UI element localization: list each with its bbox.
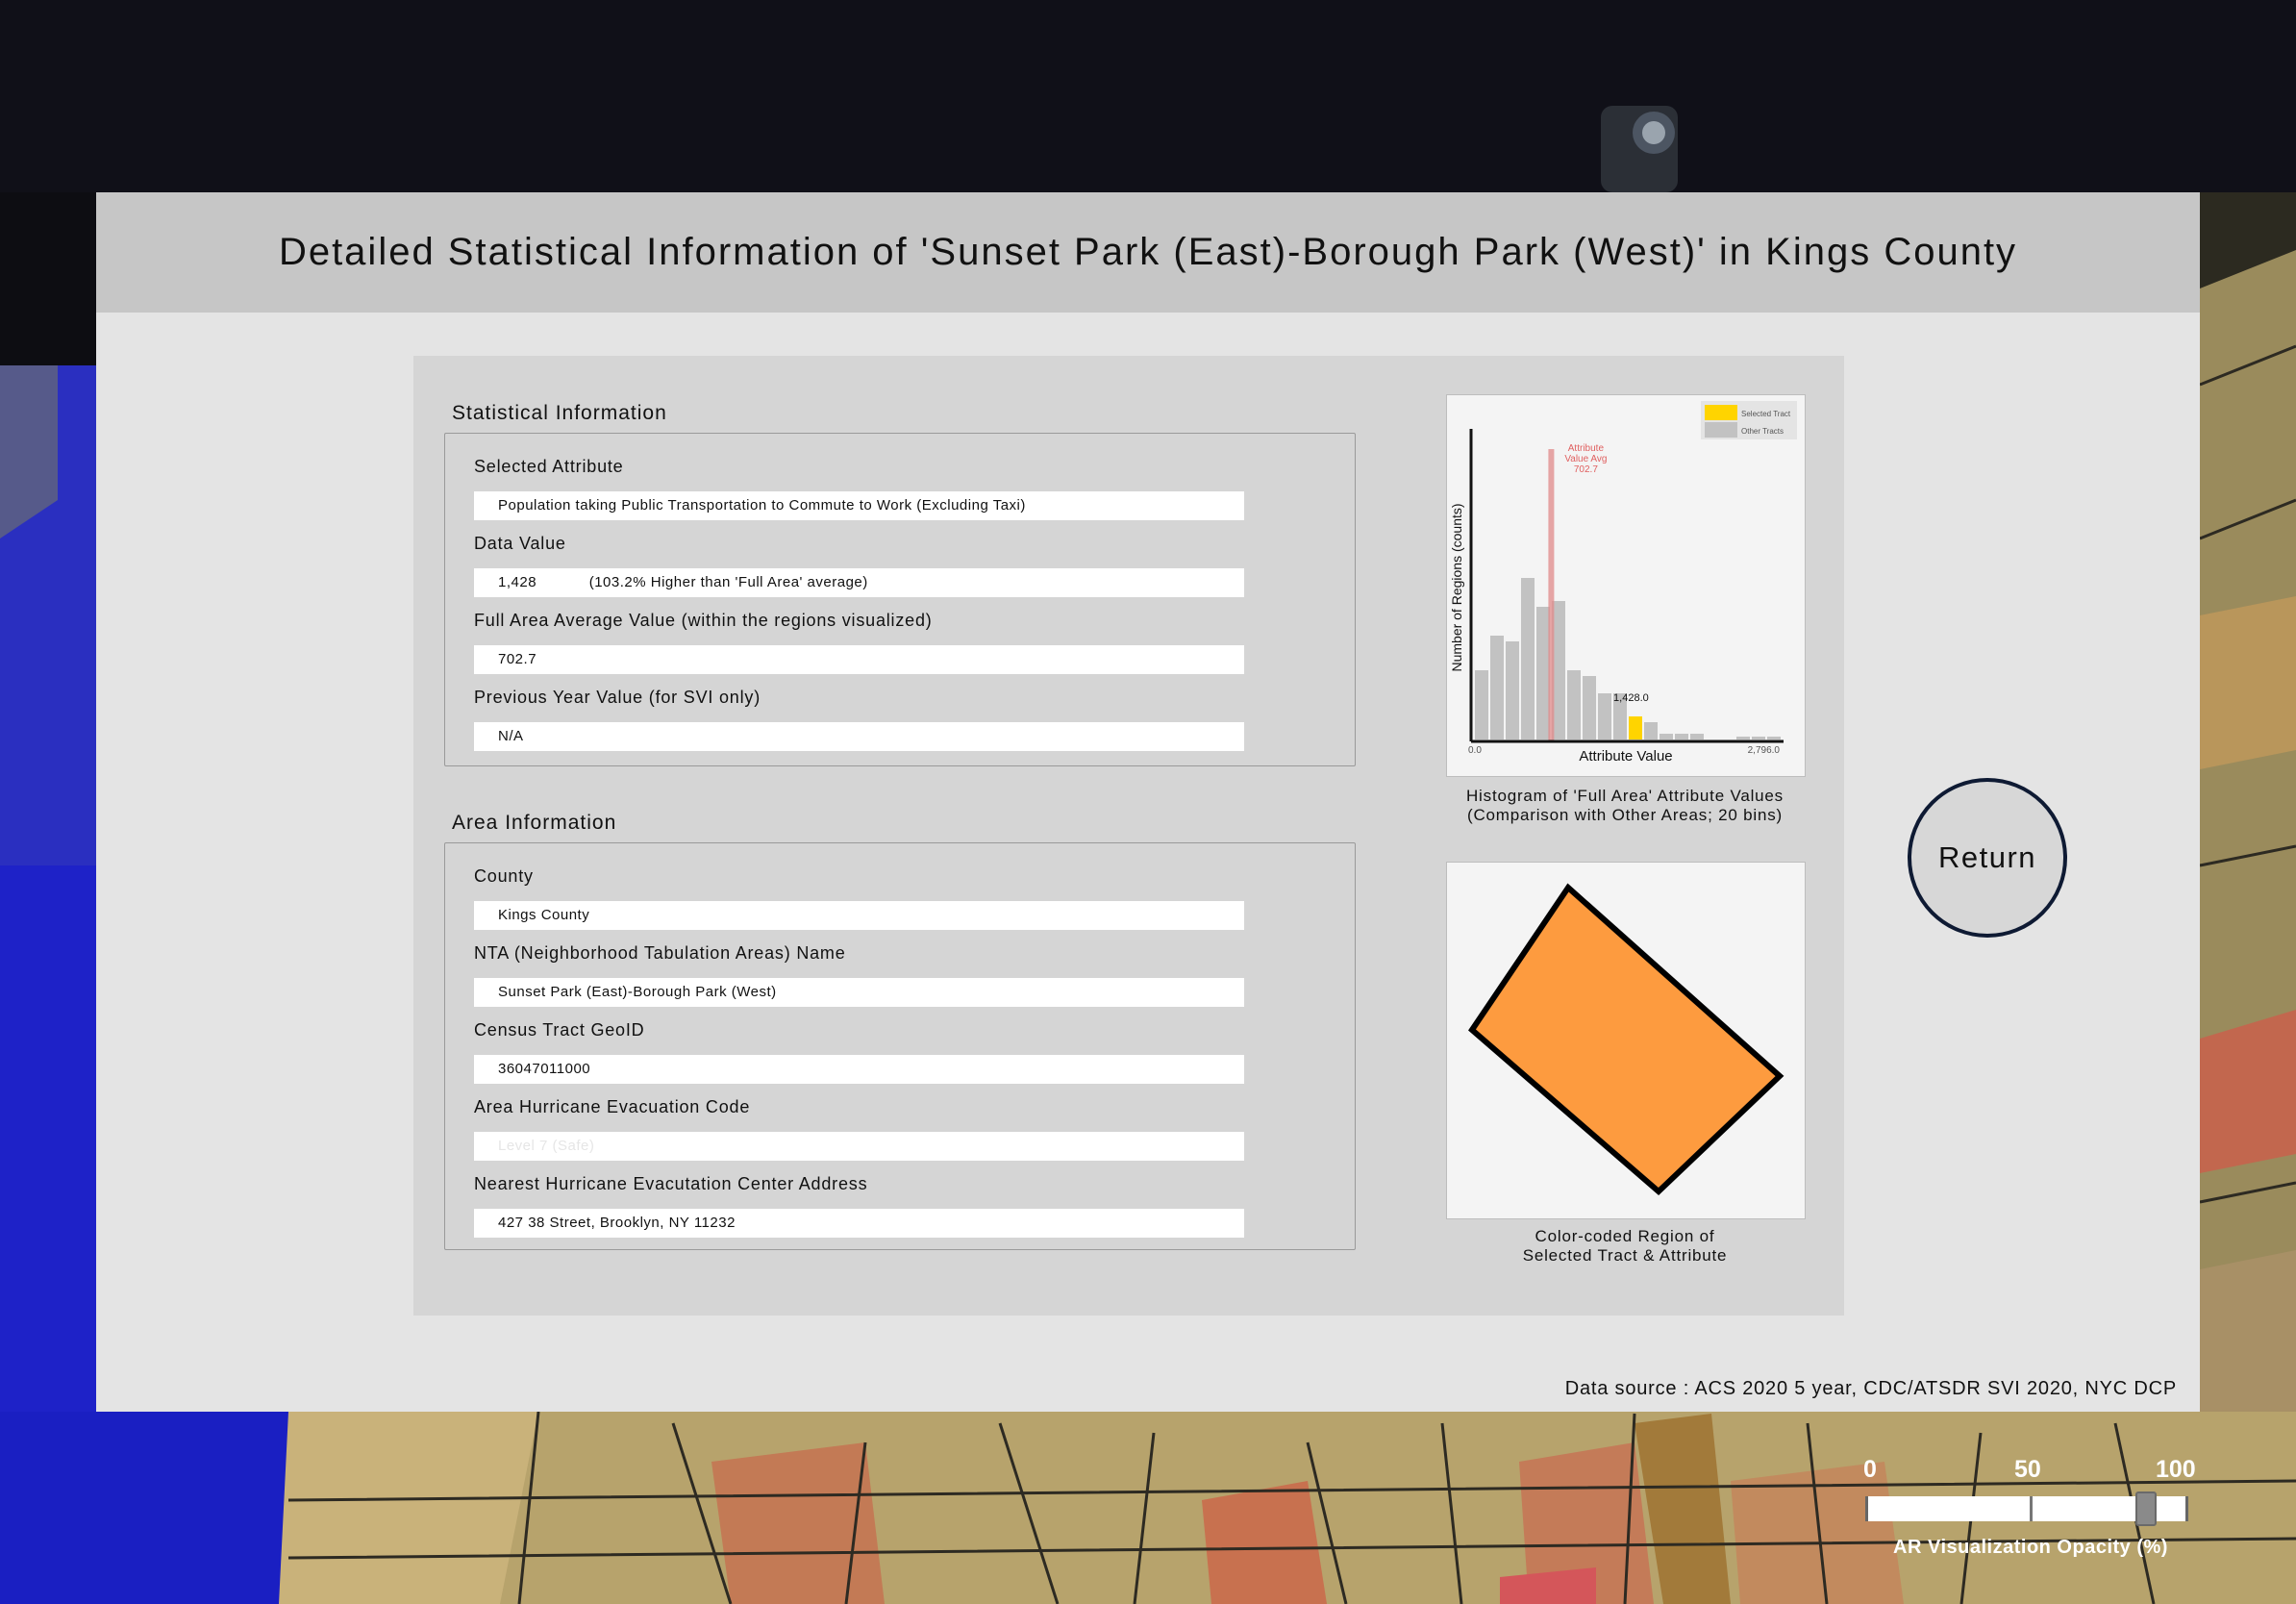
- histogram-bar: [1567, 670, 1581, 739]
- previous-year-value: N/A: [498, 728, 524, 744]
- nta-value: Sunset Park (East)-Borough Park (West): [498, 984, 777, 1000]
- area-info-title: Area Information: [452, 812, 617, 834]
- previous-year-label: Previous Year Value (for SVI only): [474, 688, 761, 707]
- legend-swatch-selected: [1705, 405, 1737, 420]
- selected-value-label: 1,428.0: [1613, 692, 1649, 704]
- geoid-value: 36047011000: [498, 1061, 591, 1077]
- x-min-tick-label: 0.0: [1468, 745, 1482, 756]
- nta-label: NTA (Neighborhood Tabulation Areas) Name: [474, 943, 846, 963]
- histogram-bar: [1675, 734, 1688, 739]
- geoid-field: 36047011000: [474, 1055, 1244, 1084]
- histogram-bar: [1644, 722, 1658, 739]
- region-caption: Color-coded Region of Selected Tract & A…: [1433, 1227, 1817, 1266]
- histogram-chart: Selected Tract Other Tracts 1,428.0 Attr…: [1446, 394, 1806, 777]
- histogram-bar: [1690, 734, 1704, 739]
- content-panel: Statistical Information Selected Attribu…: [413, 356, 1844, 1316]
- region-caption-line2: Selected Tract & Attribute: [1522, 1246, 1728, 1265]
- slider-mid-tick: [2030, 1496, 2033, 1521]
- histogram-bar-selected: [1629, 716, 1642, 739]
- histogram-bar: [1490, 636, 1504, 739]
- evacuation-code-field: Level 7 (Safe): [474, 1132, 1244, 1161]
- average-line: [1548, 449, 1555, 741]
- detail-dialog: Detailed Statistical Information of 'Sun…: [96, 192, 2200, 1412]
- histogram-caption-line2: (Comparison with Other Areas; 20 bins): [1466, 806, 1784, 824]
- slider-caption: AR Visualization Opacity (%): [1893, 1537, 2168, 1558]
- county-value: Kings County: [498, 907, 590, 923]
- histogram-caption-line1: Histogram of 'Full Area' Attribute Value…: [1465, 787, 1784, 805]
- dialog-title: Detailed Statistical Information of 'Sun…: [278, 231, 2018, 273]
- region-shape-svg: [1468, 883, 1784, 1196]
- evacuation-center-label: Nearest Hurricane Evacutation Center Add…: [474, 1174, 868, 1193]
- return-button[interactable]: Return: [1908, 778, 2067, 938]
- area-info-group: County Kings County NTA (Neighborhood Ta…: [444, 842, 1356, 1250]
- legend-label-selected: Selected Tract: [1741, 410, 1791, 418]
- statistical-info-title: Statistical Information: [452, 402, 667, 424]
- county-label: County: [474, 866, 534, 886]
- histogram-legend: Selected Tract Other Tracts: [1701, 401, 1797, 439]
- average-label: 702.7: [1574, 464, 1598, 475]
- previous-year-field: N/A: [474, 722, 1244, 751]
- average-label: Attribute: [1568, 443, 1605, 454]
- histogram-bar: [1736, 737, 1750, 739]
- legend-label-other: Other Tracts: [1741, 427, 1784, 436]
- region-shape-panel: [1446, 862, 1806, 1219]
- county-field: Kings County: [474, 901, 1244, 930]
- evacuation-code-label: Area Hurricane Evacuation Code: [474, 1097, 751, 1116]
- full-area-average-field: 702.7: [474, 645, 1244, 674]
- camera-device-icon: [1601, 106, 1678, 192]
- evacuation-center-value: 427 38 Street, Brooklyn, NY 11232: [498, 1215, 736, 1231]
- histogram-bars: 1,428.0: [1475, 578, 1781, 739]
- legend-swatch-other: [1705, 422, 1737, 438]
- y-axis-label: Number of Regions (counts): [1449, 503, 1464, 671]
- data-value-comparison: (103.2% Higher than 'Full Area' average): [588, 574, 868, 590]
- histogram-bar: [1521, 578, 1535, 739]
- histogram-bar: [1583, 676, 1596, 739]
- data-value: 1,428: [498, 574, 537, 590]
- nta-field: Sunset Park (East)-Borough Park (West): [474, 978, 1244, 1007]
- average-label: Value Avg: [1564, 454, 1607, 464]
- histogram-bar: [1660, 734, 1673, 739]
- histogram-bar: [1475, 670, 1488, 739]
- histogram-svg: Selected Tract Other Tracts 1,428.0 Attr…: [1449, 401, 1797, 764]
- slider-handle[interactable]: [2135, 1491, 2158, 1526]
- histogram-bar: [1506, 641, 1519, 739]
- x-max-tick-label: 2,796.0: [1748, 745, 1781, 756]
- full-area-average-value: 702.7: [498, 651, 537, 667]
- data-source-text: Data source : ACS 2020 5 year, CDC/ATSDR…: [1564, 1378, 2177, 1399]
- region-caption-line1: Color-coded Region of: [1535, 1227, 1715, 1245]
- opacity-slider[interactable]: 0 50 100 AR Visualization Opacity (%): [1858, 1452, 2204, 1567]
- selected-attribute-value: Population taking Public Transportation …: [498, 497, 1026, 514]
- statistical-info-group: Selected Attribute Population taking Pub…: [444, 433, 1356, 766]
- x-axis-label: Attribute Value: [1579, 748, 1672, 764]
- evacuation-center-field: 427 38 Street, Brooklyn, NY 11232: [474, 1209, 1244, 1238]
- dialog-header: Detailed Statistical Information of 'Sun…: [96, 192, 2200, 313]
- evacuation-code-value: Level 7 (Safe): [498, 1138, 595, 1154]
- slider-tick-0: 0: [1863, 1456, 1877, 1483]
- full-area-average-label: Full Area Average Value (within the regi…: [474, 611, 933, 630]
- slider-tick-100: 100: [2156, 1456, 2196, 1483]
- histogram-bar: [1752, 737, 1765, 739]
- data-value-field: 1,428 (103.2% Higher than 'Full Area' av…: [474, 568, 1244, 597]
- slider-tick-50: 50: [2014, 1456, 2041, 1483]
- tract-region-polygon: [1468, 883, 1784, 1196]
- geoid-label: Census Tract GeoID: [474, 1020, 645, 1040]
- selected-attribute-field: Population taking Public Transportation …: [474, 491, 1244, 520]
- selected-attribute-label: Selected Attribute: [474, 457, 624, 476]
- histogram-caption: Histogram of 'Full Area' Attribute Value…: [1433, 787, 1817, 825]
- histogram-bar: [1598, 693, 1611, 739]
- histogram-bar: [1536, 607, 1550, 739]
- data-value-label: Data Value: [474, 534, 566, 553]
- histogram-bar: [1767, 737, 1781, 739]
